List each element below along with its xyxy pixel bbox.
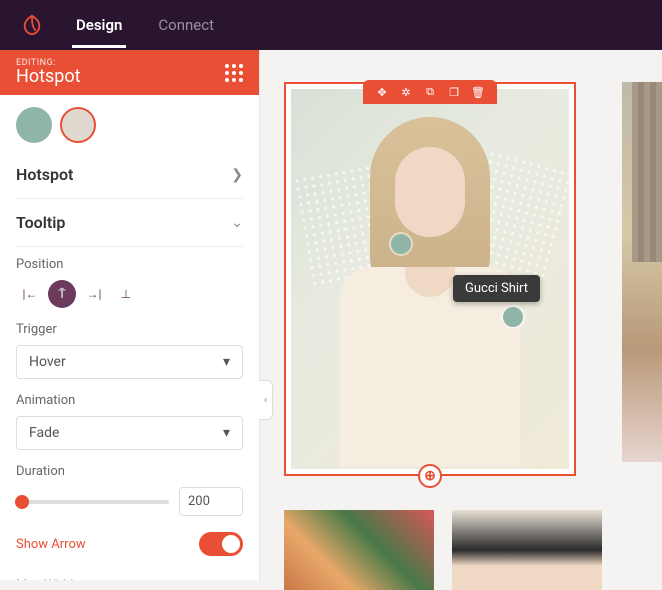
add-element-button[interactable]: ⊕ bbox=[418, 464, 442, 488]
animation-value: Fade bbox=[29, 425, 59, 441]
position-buttons: |← T̄ →| ⊥ bbox=[16, 280, 243, 308]
collapse-sidebar-button[interactable]: ‹ bbox=[259, 380, 273, 420]
duration-slider[interactable] bbox=[16, 500, 169, 504]
gallery-image[interactable] bbox=[284, 510, 434, 590]
adjacent-image[interactable] bbox=[622, 82, 662, 462]
section-tooltip[interactable]: Tooltip ⌄ bbox=[16, 199, 243, 247]
delete-icon[interactable]: 🗑 bbox=[471, 85, 485, 99]
chevron-right-icon: ❯ bbox=[231, 167, 243, 183]
trigger-label: Trigger bbox=[16, 322, 243, 337]
duplicate-icon[interactable]: ❐ bbox=[447, 85, 461, 99]
hotspot-item-active[interactable] bbox=[60, 107, 96, 143]
duration-label: Duration bbox=[16, 464, 243, 479]
canvas: ‹ ✥ ✲ ⧉ ❐ 🗑 bbox=[260, 50, 662, 580]
animation-select[interactable]: Fade ▾ bbox=[16, 416, 243, 450]
position-right[interactable]: →| bbox=[80, 280, 108, 308]
gallery-image[interactable] bbox=[452, 510, 602, 590]
settings-icon[interactable]: ✲ bbox=[399, 85, 413, 99]
editing-label: EDITING: bbox=[16, 58, 81, 68]
editing-title: Hotspot bbox=[16, 66, 81, 87]
show-arrow-toggle[interactable] bbox=[199, 532, 243, 556]
tab-connect[interactable]: Connect bbox=[154, 2, 218, 48]
caret-down-icon: ▾ bbox=[223, 354, 230, 370]
sidebar: EDITING: Hotspot Hotspot ❯ Tooltip ⌄ Pos… bbox=[0, 50, 260, 580]
show-arrow-label: Show Arrow bbox=[16, 537, 86, 552]
duration-input[interactable] bbox=[179, 487, 243, 516]
selected-element[interactable]: ✥ ✲ ⧉ ❐ 🗑 Gucci bbox=[284, 82, 576, 476]
position-left[interactable]: |← bbox=[16, 280, 44, 308]
position-bottom[interactable]: ⊥ bbox=[112, 280, 140, 308]
section-hotspot-title: Hotspot bbox=[16, 165, 73, 184]
move-icon[interactable]: ✥ bbox=[375, 85, 389, 99]
drag-handle-icon[interactable] bbox=[225, 64, 243, 82]
position-top[interactable]: T̄ bbox=[48, 280, 76, 308]
hotspot-list bbox=[16, 95, 243, 151]
trigger-value: Hover bbox=[29, 354, 66, 370]
element-toolbar: ✥ ✲ ⧉ ❐ 🗑 bbox=[363, 80, 497, 104]
trigger-select[interactable]: Hover ▾ bbox=[16, 345, 243, 379]
editing-header: EDITING: Hotspot bbox=[0, 50, 259, 95]
hotspot-tooltip: Gucci Shirt bbox=[453, 275, 540, 302]
position-label: Position bbox=[16, 257, 243, 272]
tab-design[interactable]: Design bbox=[72, 2, 126, 48]
hotspot-item[interactable] bbox=[16, 107, 52, 143]
section-tooltip-title: Tooltip bbox=[16, 213, 65, 232]
hotspot-marker-active[interactable] bbox=[503, 307, 523, 327]
logo-icon bbox=[20, 13, 44, 37]
chevron-down-icon: ⌄ bbox=[231, 215, 243, 231]
hotspot-marker[interactable] bbox=[391, 234, 411, 254]
animation-label: Animation bbox=[16, 393, 243, 408]
copy-icon[interactable]: ⧉ bbox=[423, 85, 437, 99]
section-hotspot[interactable]: Hotspot ❯ bbox=[16, 151, 243, 199]
caret-down-icon: ▾ bbox=[223, 425, 230, 441]
image-block[interactable]: Gucci Shirt bbox=[291, 89, 569, 469]
